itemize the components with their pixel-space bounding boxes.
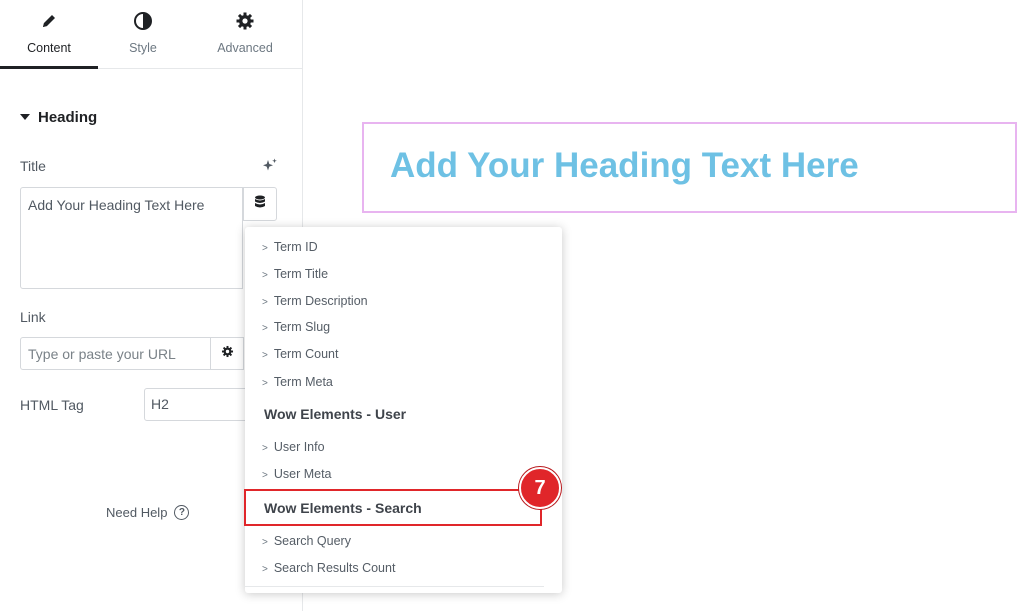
dynamic-tags-dropdown: > Term ID > Term Title > Term Description >… <box>245 227 562 593</box>
tab-content-label: Content <box>27 41 71 55</box>
step-highlight-box <box>244 489 542 526</box>
editor-root: Content Style Advanced Heading Title Add… <box>0 0 1024 611</box>
dropdown-item-term-count[interactable]: > Term Count <box>262 347 338 361</box>
dropdown-item-term-slug[interactable]: > Term Slug <box>262 320 330 334</box>
help-question-icon: ? <box>174 505 190 520</box>
dropdown-item-user-info[interactable]: > User Info <box>262 440 325 454</box>
dropdown-item-term-id[interactable]: > Term ID <box>262 240 318 254</box>
tab-style[interactable]: Style <box>94 0 192 68</box>
link-url-input[interactable] <box>20 337 211 370</box>
dropdown-divider <box>245 586 544 587</box>
heading-preview-text: Add Your Heading Text Here <box>390 146 859 185</box>
dropdown-item-user-meta[interactable]: > User Meta <box>262 467 332 481</box>
step-number-badge: 7 <box>519 467 561 509</box>
dynamic-tags-button[interactable] <box>243 187 277 221</box>
panel-tabs: Content Style Advanced <box>0 0 302 69</box>
tab-content[interactable]: Content <box>0 0 98 69</box>
link-label: Link <box>20 309 46 325</box>
tab-style-label: Style <box>129 41 157 55</box>
tab-advanced[interactable]: Advanced <box>196 0 294 68</box>
need-help-link[interactable]: Need Help ? <box>106 505 190 520</box>
title-textarea[interactable]: Add Your Heading Text Here <box>20 187 243 289</box>
gear-icon <box>221 345 234 363</box>
need-help-label: Need Help <box>106 505 168 520</box>
dropdown-item-term-meta[interactable]: > Term Meta <box>262 375 333 389</box>
half-circle-icon <box>94 11 192 33</box>
html-tag-select[interactable]: H2 <box>144 388 254 421</box>
section-title: Heading <box>38 108 98 126</box>
dropdown-item-term-description[interactable]: > Term Description <box>262 294 368 308</box>
heading-widget-preview[interactable]: Add Your Heading Text Here <box>362 122 1017 213</box>
heading-section-toggle[interactable]: Heading <box>20 106 97 128</box>
caret-down-icon <box>20 114 30 120</box>
link-options-button[interactable] <box>210 337 244 370</box>
database-icon <box>254 195 266 214</box>
gear-icon <box>196 11 294 33</box>
ai-sparkle-icon[interactable] <box>262 157 278 178</box>
title-label: Title <box>20 158 46 174</box>
dropdown-item-search-query[interactable]: > Search Query <box>262 534 351 548</box>
html-tag-label: HTML Tag <box>20 397 84 413</box>
pencil-icon <box>0 11 98 33</box>
dropdown-item-search-results-count[interactable]: > Search Results Count <box>262 561 395 575</box>
tab-advanced-label: Advanced <box>217 41 273 55</box>
dropdown-group-user: Wow Elements - User <box>264 406 407 422</box>
dropdown-item-term-title[interactable]: > Term Title <box>262 267 328 281</box>
